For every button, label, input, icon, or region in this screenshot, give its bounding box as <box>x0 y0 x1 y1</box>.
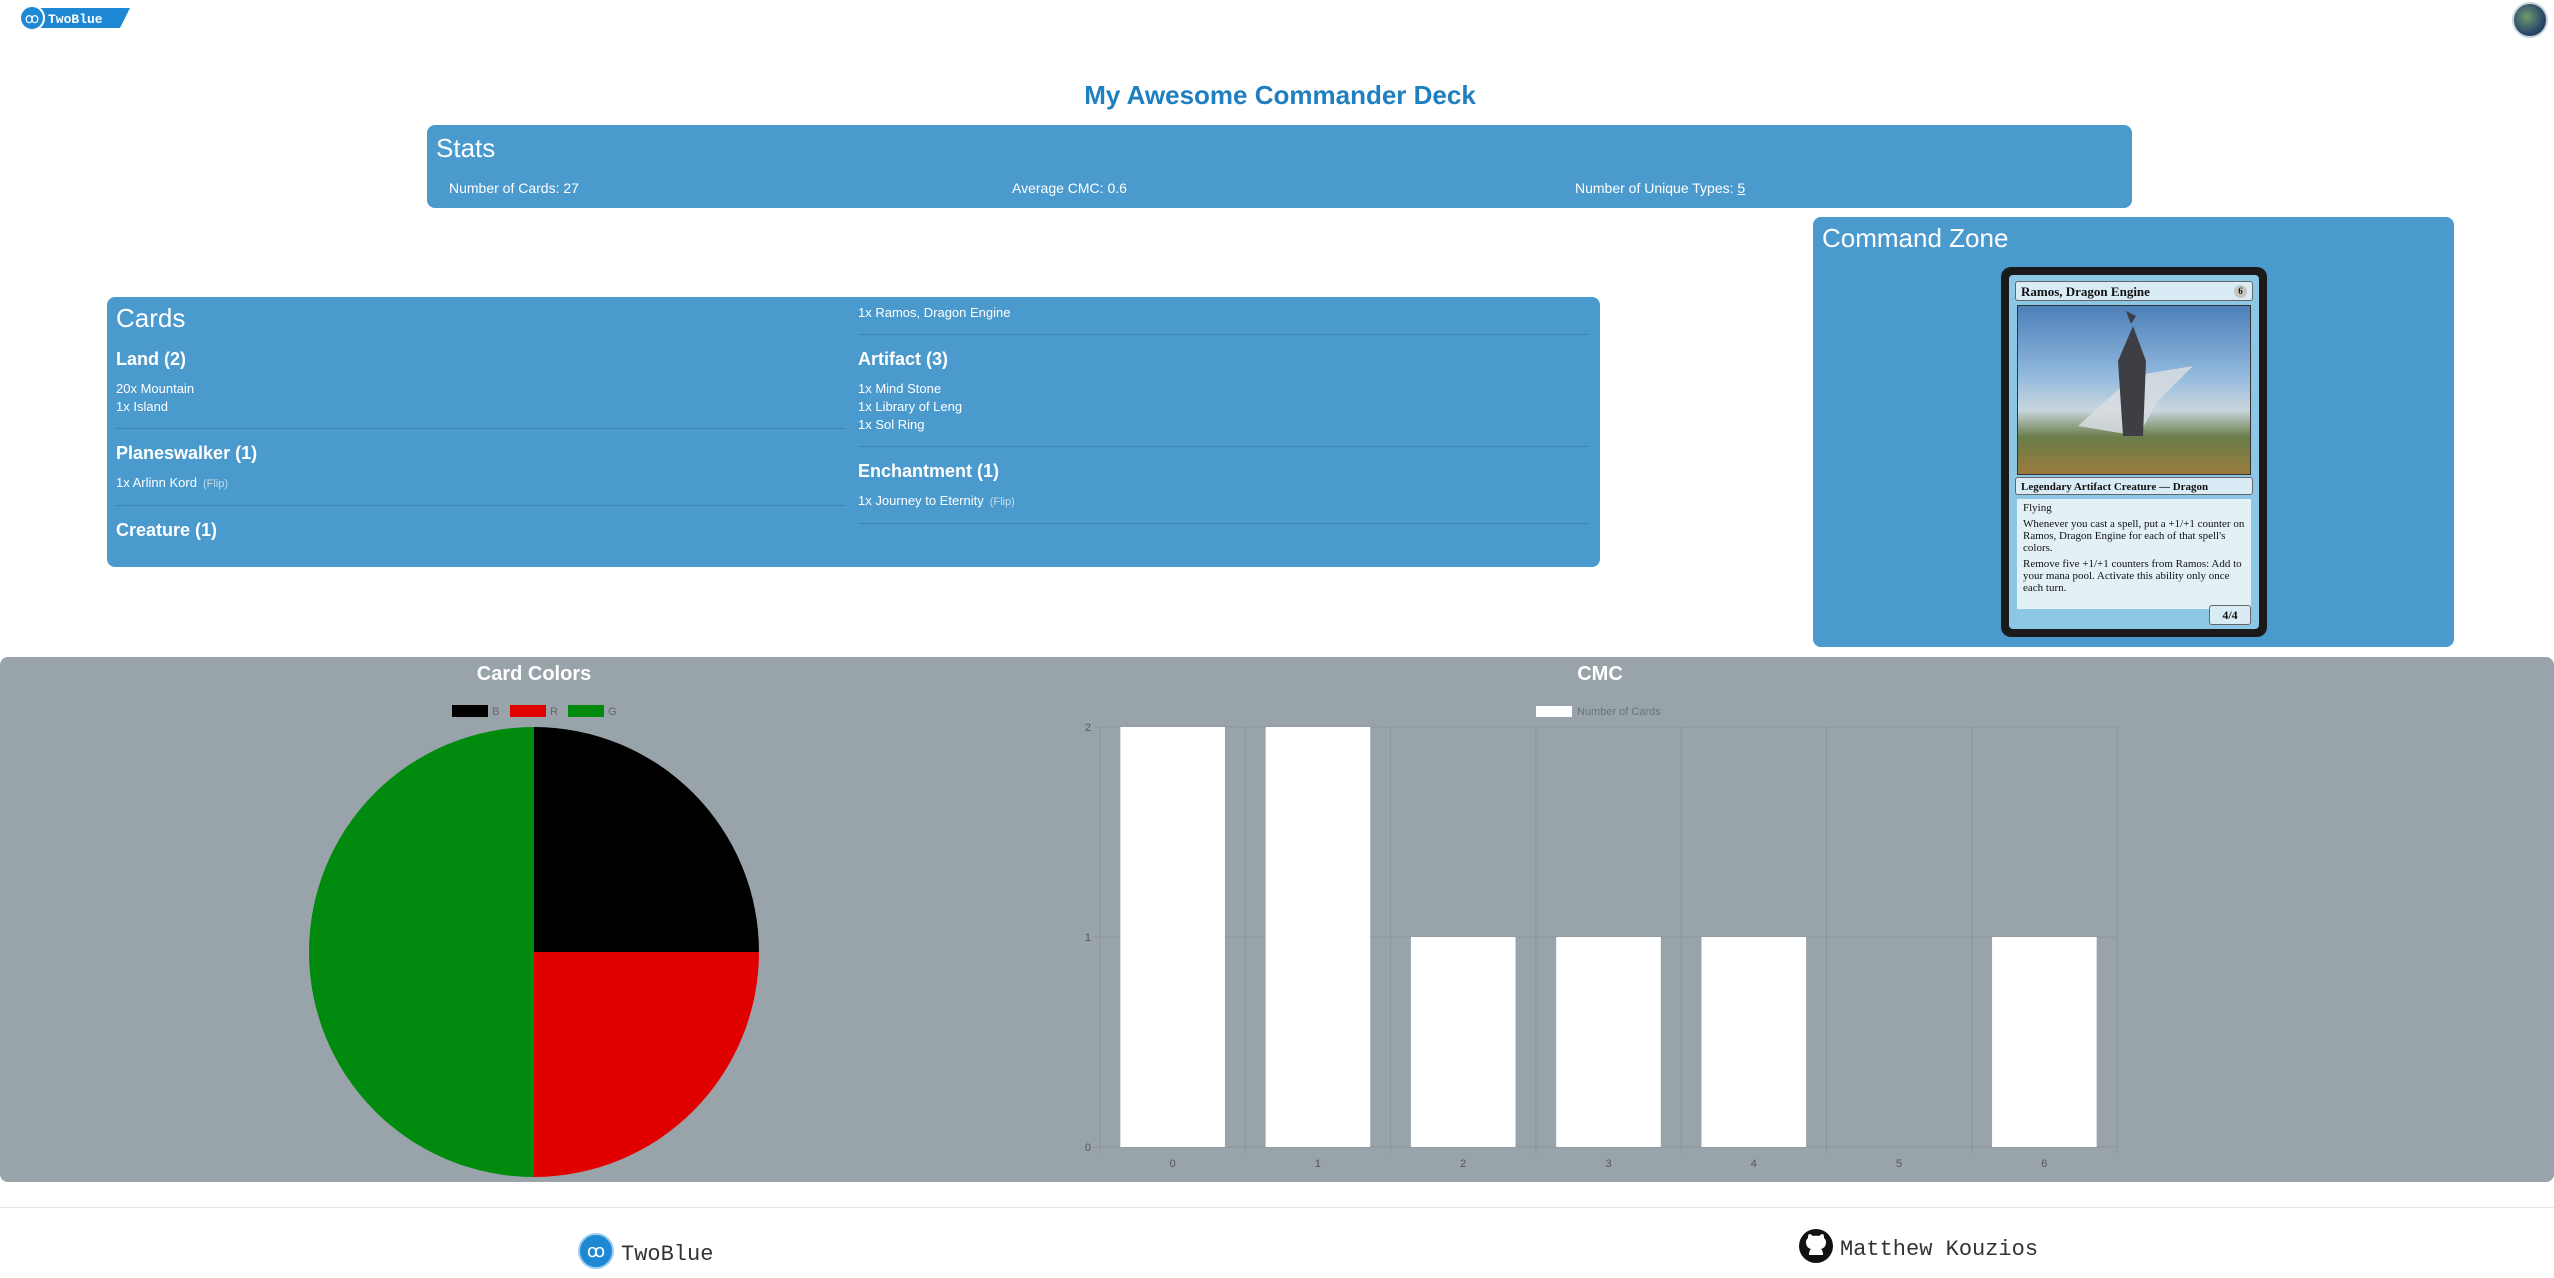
cmc-bar-chart: Number of Cards 0 1 2 0 1 2 3 4 5 6 <box>1085 706 2118 1170</box>
footer-github-link[interactable]: Matthew Kouzios <box>1798 1228 2038 1271</box>
bar-cmc-3 <box>1556 937 1661 1147</box>
bar-cmc-2 <box>1410 937 1516 1147</box>
svg-text:ꝏ: ꝏ <box>587 1241 605 1261</box>
github-icon <box>1798 1228 1834 1271</box>
divider <box>858 334 1588 335</box>
card-item[interactable]: 20x Mountain <box>116 380 846 398</box>
group-title-artifact: Artifact (3) <box>858 349 949 369</box>
x-tick-label: 6 <box>2041 1158 2047 1170</box>
bar-cmc-6 <box>1992 937 2097 1147</box>
card-item[interactable]: 1x Arlinn Kord (Flip) <box>116 474 846 493</box>
rules-line: Remove five +1/+1 counters from Ramos: A… <box>2023 558 2242 594</box>
flip-link[interactable]: (Flip) <box>203 478 228 490</box>
card-item[interactable]: 1x Journey to Eternity (Flip) <box>858 492 1588 511</box>
unique-types-stat: Number of Unique Types: 5 <box>1575 180 1745 196</box>
charts-section: Card Colors CMC BRG Number of Cards 0 1 2 0 1… <box>0 657 2554 1182</box>
bar-cmc-4 <box>1701 937 1807 1147</box>
unique-types-link[interactable]: 5 <box>1737 180 1745 196</box>
svg-text:ꝏ: ꝏ <box>25 12 39 27</box>
card-item[interactable]: 1x Library of Leng <box>858 398 1588 416</box>
x-tick-label: 0 <box>1170 1158 1176 1170</box>
rules-line: Whenever you cast a spell, put a +1/+1 c… <box>2023 518 2245 554</box>
card-item[interactable]: 1x Island <box>116 398 846 416</box>
footer-author-text: Matthew Kouzios <box>1840 1237 2039 1262</box>
card-name: 1x Journey to Eternity <box>858 493 984 508</box>
logo-text: TwoBlue <box>48 12 103 27</box>
x-tick-label: 3 <box>1605 1158 1611 1170</box>
cards-heading: Cards <box>116 303 186 333</box>
x-tick-label: 5 <box>1896 1158 1902 1170</box>
stats-heading: Stats <box>436 133 496 163</box>
divider <box>116 428 846 429</box>
deck-title: My Awesome Commander Deck <box>1084 80 1476 110</box>
footer-twoblue-link[interactable]: ꝏ TwoBlue <box>577 1232 713 1277</box>
group-title-enchantment: Enchantment (1) <box>858 461 1000 481</box>
card-name-bar: Ramos, Dragon Engine 6 <box>2015 281 2253 301</box>
bar-cmc-0 <box>1120 727 1225 1147</box>
divider <box>858 446 1588 447</box>
group-title-planeswalker: Planeswalker (1) <box>116 443 258 463</box>
footer-divider <box>0 1207 2554 1208</box>
user-avatar[interactable] <box>2512 2 2548 38</box>
card-art <box>2017 305 2251 475</box>
command-zone-heading: Command Zone <box>1822 223 2009 253</box>
mana-cost-icon: 6 <box>2234 285 2247 298</box>
x-tick-label: 1 <box>1315 1158 1321 1170</box>
group-title-creature: Creature (1) <box>116 520 218 540</box>
x-tick-label: 2 <box>1460 1158 1466 1170</box>
divider <box>858 523 1588 524</box>
rules-line: Flying <box>2023 502 2052 514</box>
group-title-land: Land (2) <box>116 349 186 369</box>
y-tick-label: 0 <box>1085 1142 1091 1154</box>
cards-column-right: 1x Ramos, Dragon Engine Artifact (3) 1x … <box>858 304 1588 538</box>
unique-types-label: Number of Unique Types: <box>1575 180 1734 196</box>
command-zone-panel: Command Zone Ramos, Dragon Engine 6 Legen… <box>1813 217 2454 647</box>
twoblue-logo[interactable]: ꝏ TwoBlue <box>18 4 130 32</box>
stats-panel: Stats Number of Cards: 27 Average CMC: 0… <box>427 125 2132 208</box>
cards-column-left: Land (2) 20x Mountain 1x Island Planeswa… <box>116 349 846 551</box>
avg-cmc-stat: Average CMC: 0.6 <box>1012 180 1127 196</box>
card-name: 1x Arlinn Kord <box>116 475 197 490</box>
footer-twoblue-text: TwoBlue <box>621 1242 714 1267</box>
commander-card-image[interactable]: Ramos, Dragon Engine 6 Legendary Artifact… <box>2001 267 2267 637</box>
twoblue-icon: ꝏ <box>577 1232 615 1277</box>
bar-cmc-1 <box>1265 727 1371 1147</box>
power-toughness: 4/4 <box>2209 605 2251 625</box>
card-type-line: Legendary Artifact Creature — Dragon <box>2015 477 2253 495</box>
divider <box>116 505 846 506</box>
card-rules-text: Flying Whenever you cast a spell, put a … <box>2017 499 2251 609</box>
cards-panel: Cards Land (2) 20x Mountain 1x Island Pl… <box>107 297 1600 567</box>
card-item[interactable]: 1x Sol Ring <box>858 416 1588 434</box>
legend-label-number-of-cards: Number of Cards <box>1577 706 1661 718</box>
x-tick-label: 4 <box>1751 1158 1757 1170</box>
card-item[interactable]: 1x Ramos, Dragon Engine <box>858 304 1588 322</box>
card-name: Ramos, Dragon Engine <box>2021 284 2150 299</box>
flip-link[interactable]: (Flip) <box>990 496 1015 508</box>
card-item[interactable]: 1x Mind Stone <box>858 380 1588 398</box>
y-tick-label: 2 <box>1085 722 1091 734</box>
legend-swatch-number-of-cards <box>1536 706 1572 717</box>
num-cards-stat: Number of Cards: 27 <box>449 180 579 196</box>
y-tick-label: 1 <box>1085 932 1091 944</box>
